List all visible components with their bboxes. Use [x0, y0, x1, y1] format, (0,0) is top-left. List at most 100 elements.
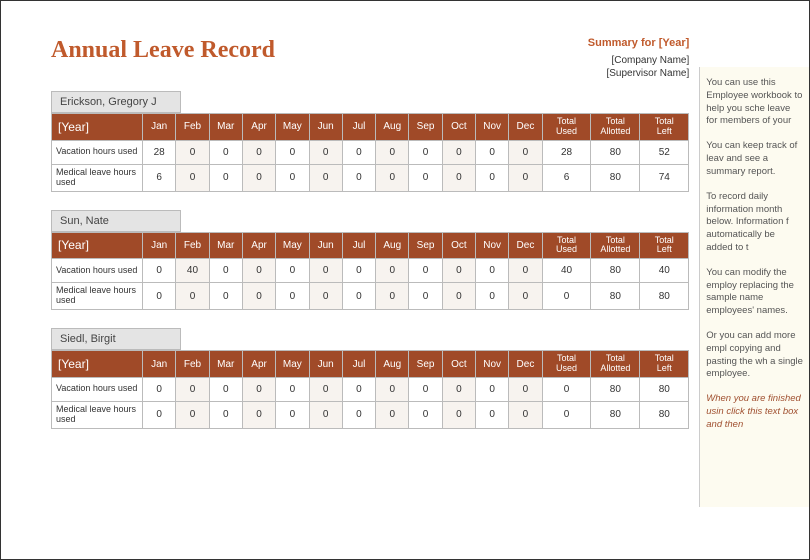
month-cell[interactable]: 40: [176, 259, 209, 283]
month-cell[interactable]: 0: [209, 401, 242, 428]
month-header: Apr: [242, 114, 275, 141]
total-allotted-cell[interactable]: 80: [591, 401, 640, 428]
month-cell[interactable]: 0: [409, 140, 442, 164]
month-cell[interactable]: 0: [342, 259, 375, 283]
month-cell[interactable]: 0: [376, 259, 409, 283]
month-cell[interactable]: 0: [309, 377, 342, 401]
month-cell[interactable]: 0: [276, 140, 309, 164]
month-cell[interactable]: 0: [176, 377, 209, 401]
month-cell[interactable]: 0: [409, 401, 442, 428]
total-allotted-cell[interactable]: 80: [591, 259, 640, 283]
month-cell[interactable]: 0: [209, 259, 242, 283]
month-cell[interactable]: 0: [242, 164, 275, 191]
month-cell[interactable]: 0: [176, 164, 209, 191]
month-cell[interactable]: 0: [376, 401, 409, 428]
month-cell[interactable]: 0: [476, 377, 509, 401]
help-text: You can use this Employee workbook to he…: [706, 77, 803, 128]
month-cell[interactable]: 0: [442, 140, 475, 164]
month-cell[interactable]: 0: [476, 283, 509, 310]
month-cell[interactable]: 0: [509, 401, 542, 428]
month-cell[interactable]: 0: [242, 401, 275, 428]
month-cell[interactable]: 0: [509, 283, 542, 310]
month-cell[interactable]: 0: [442, 259, 475, 283]
month-cell[interactable]: 0: [176, 140, 209, 164]
month-cell[interactable]: 0: [143, 283, 176, 310]
month-cell[interactable]: 0: [442, 377, 475, 401]
month-cell[interactable]: 28: [143, 140, 176, 164]
month-cell[interactable]: 0: [276, 259, 309, 283]
month-cell[interactable]: 6: [143, 164, 176, 191]
total-allotted-cell[interactable]: 80: [591, 377, 640, 401]
total-left-cell: 80: [640, 283, 689, 310]
month-header: Feb: [176, 232, 209, 259]
employee-tables: Erickson, Gregory J [Year]JanFebMarAprMay…: [51, 91, 689, 429]
total-used-cell: 0: [542, 283, 591, 310]
month-cell[interactable]: 0: [509, 259, 542, 283]
employee-name: Erickson, Gregory J: [51, 91, 181, 113]
month-cell[interactable]: 0: [276, 401, 309, 428]
month-cell[interactable]: 0: [209, 283, 242, 310]
leave-table: [Year]JanFebMarAprMayJunJulAugSepOctNovD…: [51, 350, 689, 429]
month-cell[interactable]: 0: [209, 377, 242, 401]
month-cell[interactable]: 0: [276, 164, 309, 191]
month-header: Jan: [143, 114, 176, 141]
page-header: Annual Leave Record Summary for [Year] […: [51, 37, 689, 81]
month-cell[interactable]: 0: [409, 259, 442, 283]
month-cell[interactable]: 0: [342, 401, 375, 428]
employee-block: Erickson, Gregory J[Year]JanFebMarAprMay…: [51, 91, 689, 192]
month-cell[interactable]: 0: [376, 377, 409, 401]
month-cell[interactable]: 0: [509, 164, 542, 191]
help-text: To record daily information month below.…: [706, 191, 803, 255]
month-cell[interactable]: 0: [409, 164, 442, 191]
month-cell[interactable]: 0: [409, 377, 442, 401]
month-cell[interactable]: 0: [176, 401, 209, 428]
month-cell[interactable]: 0: [376, 283, 409, 310]
month-header: Aug: [376, 114, 409, 141]
month-cell[interactable]: 0: [309, 259, 342, 283]
month-cell[interactable]: 0: [476, 164, 509, 191]
month-cell[interactable]: 0: [342, 164, 375, 191]
month-header: Oct: [442, 351, 475, 378]
month-cell[interactable]: 0: [442, 401, 475, 428]
month-cell[interactable]: 0: [342, 140, 375, 164]
total-header: TotalAllotted: [591, 232, 640, 259]
total-allotted-cell[interactable]: 80: [591, 164, 640, 191]
total-header: TotalAllotted: [591, 114, 640, 141]
month-cell[interactable]: 0: [342, 377, 375, 401]
total-allotted-cell[interactable]: 80: [591, 140, 640, 164]
month-cell[interactable]: 0: [409, 283, 442, 310]
month-cell[interactable]: 0: [276, 283, 309, 310]
month-cell[interactable]: 0: [242, 283, 275, 310]
month-cell[interactable]: 0: [509, 140, 542, 164]
month-cell[interactable]: 0: [309, 401, 342, 428]
month-header: Mar: [209, 232, 242, 259]
month-cell[interactable]: 0: [476, 140, 509, 164]
month-cell[interactable]: 0: [376, 140, 409, 164]
month-cell[interactable]: 0: [509, 377, 542, 401]
month-cell[interactable]: 0: [242, 259, 275, 283]
month-cell[interactable]: 0: [309, 140, 342, 164]
month-header: May: [276, 114, 309, 141]
month-cell[interactable]: 0: [209, 140, 242, 164]
month-cell[interactable]: 0: [276, 377, 309, 401]
month-cell[interactable]: 0: [309, 283, 342, 310]
month-cell[interactable]: 0: [242, 377, 275, 401]
month-cell[interactable]: 0: [242, 140, 275, 164]
month-cell[interactable]: 0: [442, 283, 475, 310]
month-cell[interactable]: 0: [176, 283, 209, 310]
month-cell[interactable]: 0: [143, 377, 176, 401]
total-allotted-cell[interactable]: 80: [591, 283, 640, 310]
month-cell[interactable]: 0: [376, 164, 409, 191]
month-cell[interactable]: 0: [342, 283, 375, 310]
month-header: Oct: [442, 114, 475, 141]
month-cell[interactable]: 0: [143, 259, 176, 283]
summary-label: Summary for [Year]: [588, 37, 689, 49]
month-header: Mar: [209, 114, 242, 141]
help-text: You can modify the employ replacing the …: [706, 267, 803, 318]
month-cell[interactable]: 0: [476, 259, 509, 283]
month-cell[interactable]: 0: [476, 401, 509, 428]
month-cell[interactable]: 0: [442, 164, 475, 191]
month-cell[interactable]: 0: [143, 401, 176, 428]
month-cell[interactable]: 0: [209, 164, 242, 191]
month-cell[interactable]: 0: [309, 164, 342, 191]
